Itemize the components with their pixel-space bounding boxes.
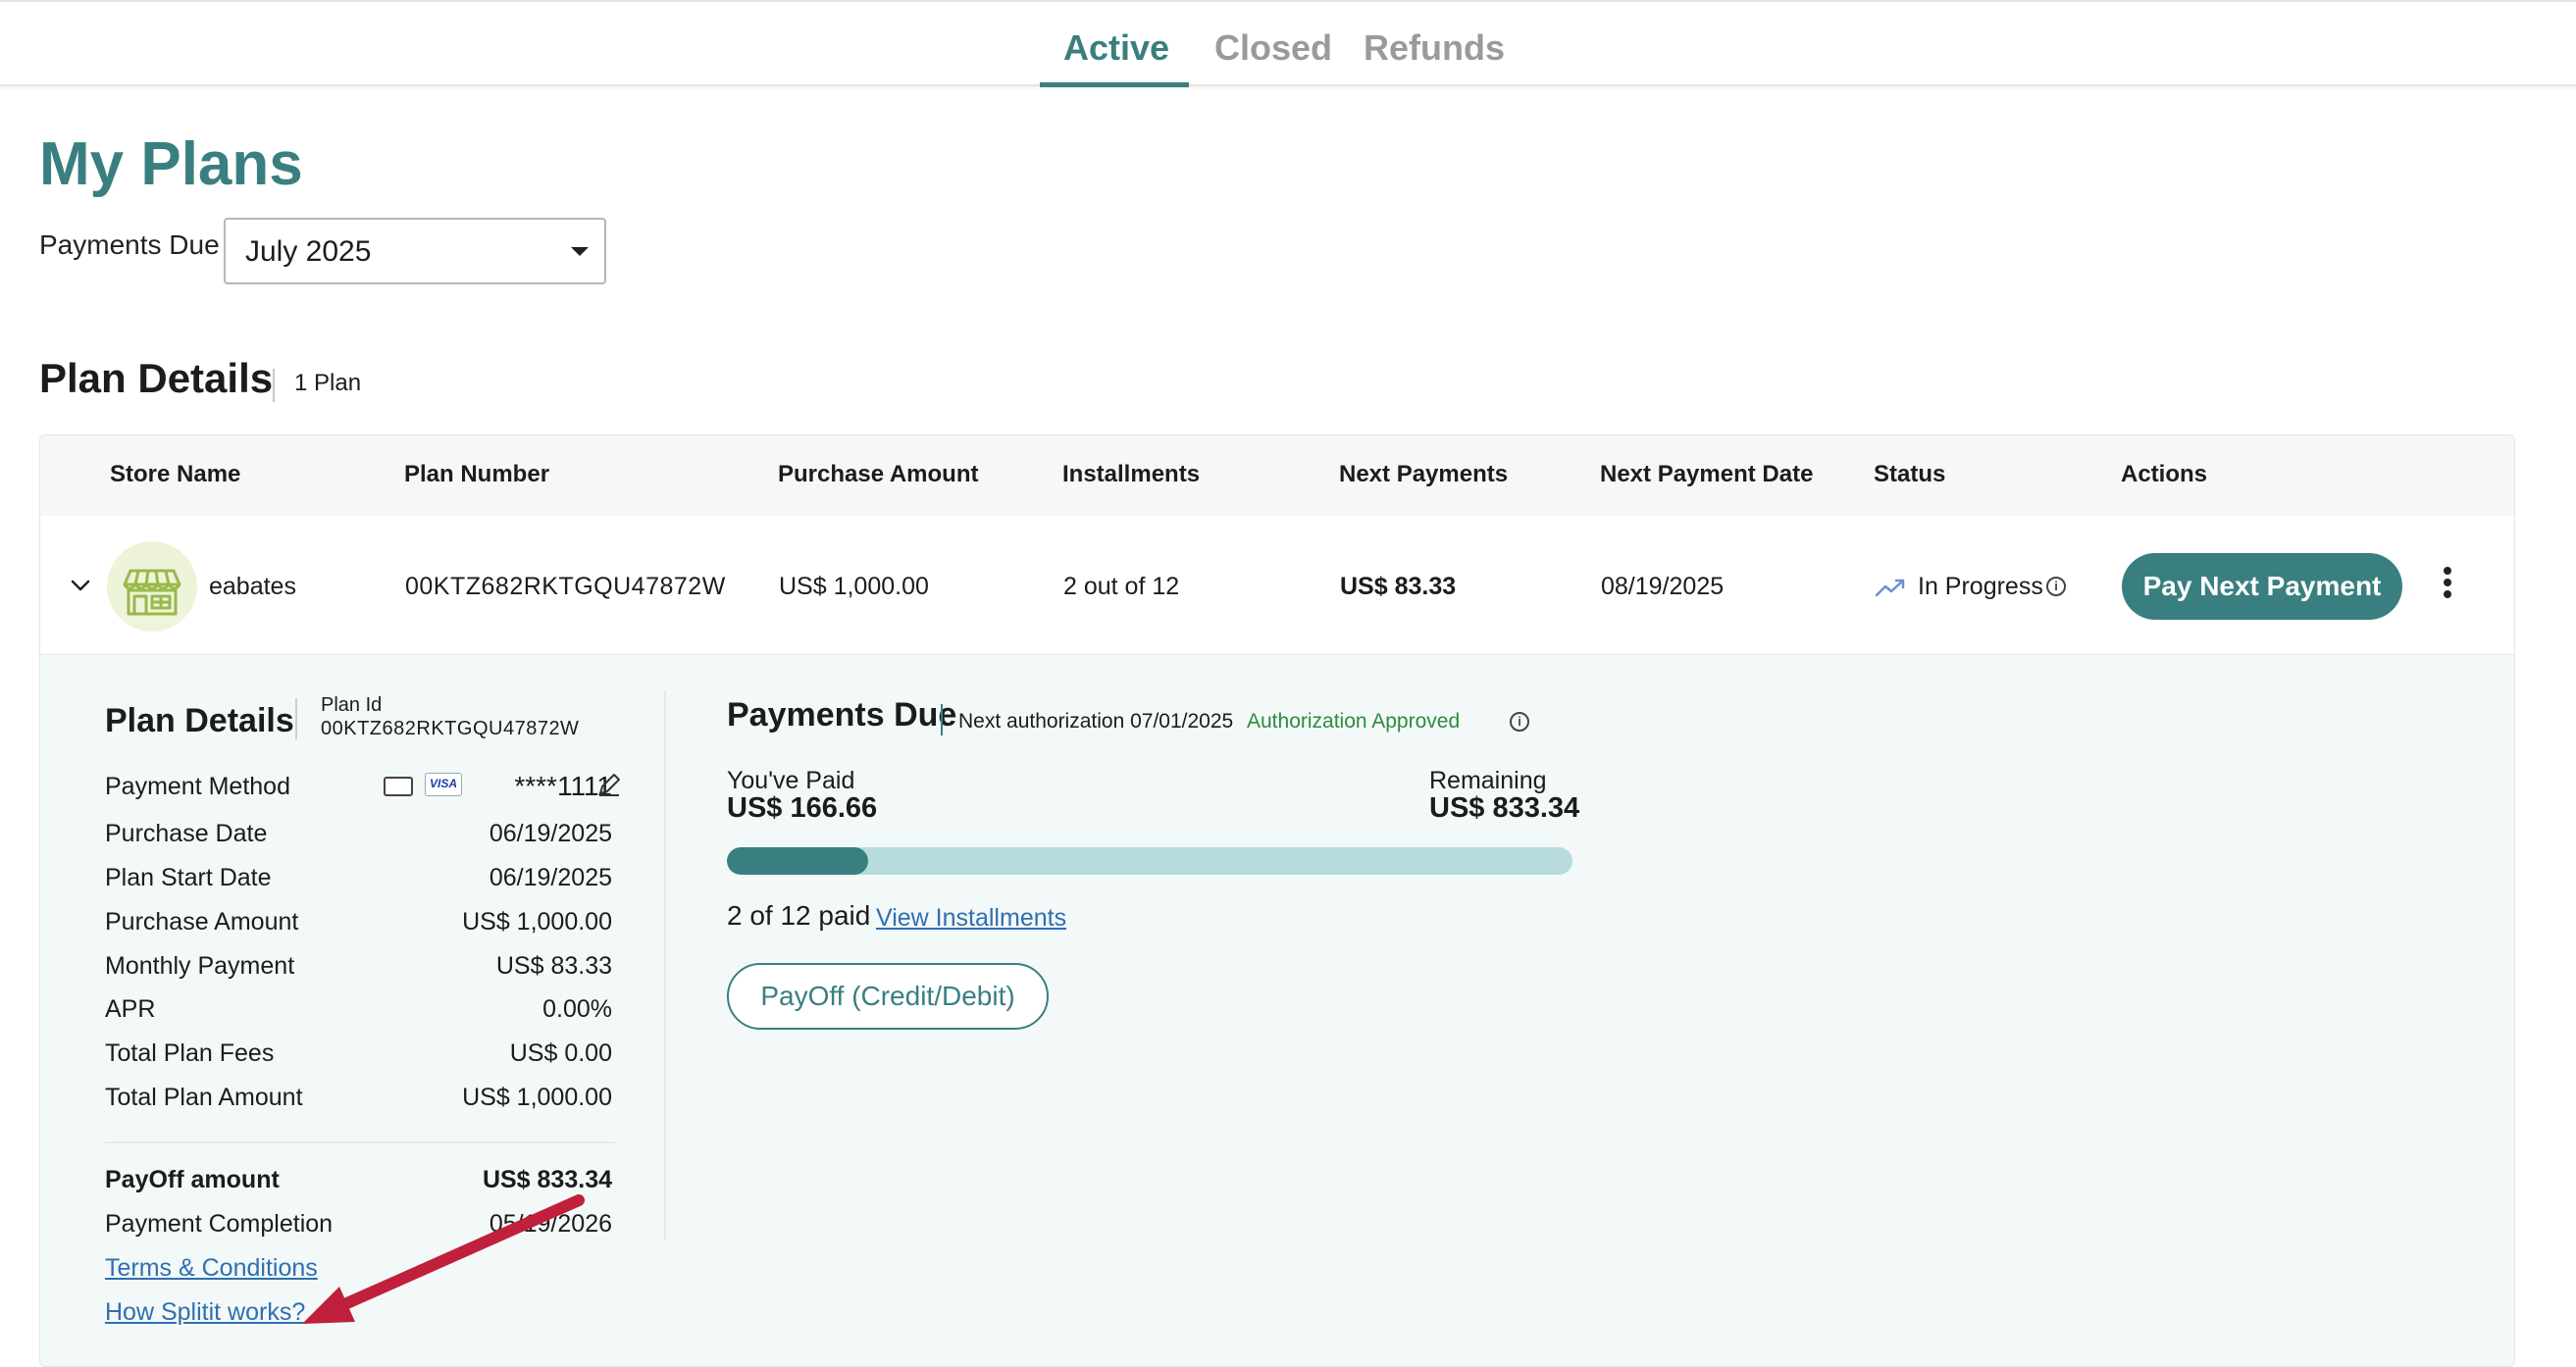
header-purchase-amount: Purchase Amount [778, 461, 979, 487]
remaining-value: US$ 833.34 [1429, 792, 1580, 824]
payments-heading-divider [941, 704, 943, 735]
total-plan-amount-value: US$ 1,000.00 [462, 1084, 612, 1111]
total-plan-fees-value: US$ 0.00 [509, 1039, 612, 1067]
remaining-label: Remaining [1429, 767, 1547, 794]
payoff-button[interactable]: PayOff (Credit/Debit) [727, 963, 1049, 1030]
annotation-arrow [302, 1194, 585, 1324]
edit-icon[interactable] [595, 771, 623, 798]
monthly-payment-label: Monthly Payment [105, 952, 295, 980]
header-plan-number: Plan Number [404, 461, 550, 487]
installments-paid-count: 2 of 12 paid [727, 900, 871, 931]
plan-id-value: 00KTZ682RKTGQU47872W [321, 718, 580, 739]
tab-bar: Active Closed Refunds [0, 0, 2576, 87]
total-plan-fees-label: Total Plan Fees [105, 1039, 275, 1067]
heading-divider [273, 369, 275, 402]
info-icon[interactable]: i [1510, 712, 1529, 732]
plan-start-date-label: Plan Start Date [105, 864, 272, 891]
next-payment-date: 08/19/2025 [1601, 573, 1725, 600]
purchase-date-value: 06/19/2025 [489, 820, 612, 847]
caret-down-icon [571, 247, 589, 256]
payments-due-value: July 2025 [245, 235, 372, 268]
chevron-down-icon[interactable] [70, 575, 91, 596]
table-header: Store Name Plan Number Purchase Amount I… [40, 435, 2514, 516]
apr-label: APR [105, 995, 156, 1023]
header-next-payment-date: Next Payment Date [1600, 461, 1814, 487]
payoff-amount-label: PayOff amount [105, 1166, 280, 1193]
purchase-amount-label: Purchase Amount [105, 908, 299, 936]
payment-method-label: Payment Method [105, 773, 290, 800]
installments: 2 out of 12 [1063, 573, 1180, 600]
status-text: In Progress [1918, 573, 2043, 600]
next-payment: US$ 83.33 [1340, 573, 1457, 600]
table-row[interactable]: eabates 00KTZ682RKTGQU47872W US$ 1,000.0… [40, 516, 2514, 655]
apr-value: 0.00% [542, 995, 612, 1023]
monthly-payment-value: US$ 83.33 [495, 952, 612, 980]
active-tab-indicator [1040, 82, 1189, 87]
plan-id-label: Plan Id [321, 694, 383, 716]
plan-details-subheading: Plan Details [105, 702, 294, 739]
total-plan-amount-label: Total Plan Amount [105, 1084, 303, 1111]
plan-count: 1 Plan [294, 370, 362, 396]
plan-start-date-value: 06/19/2025 [489, 864, 612, 891]
store-icon [107, 541, 197, 632]
info-icon[interactable]: i [2046, 577, 2066, 596]
credit-card-icon [384, 777, 413, 796]
header-next-payments: Next Payments [1339, 461, 1509, 487]
header-status: Status [1874, 461, 1946, 487]
payment-progress-bar [727, 847, 1572, 875]
next-authorization-text: Next authorization 07/01/2025 [958, 710, 1234, 733]
tab-closed[interactable]: Closed [1214, 27, 1332, 69]
more-options-icon[interactable] [2440, 567, 2455, 602]
pay-next-payment-button[interactable]: Pay Next Payment [2122, 553, 2402, 620]
plan-details-heading: Plan Details [39, 355, 274, 401]
payment-progress-fill [727, 847, 868, 875]
purchase-date-label: Purchase Date [105, 820, 268, 847]
authorization-status: Authorization Approved [1247, 710, 1461, 733]
tab-refunds[interactable]: Refunds [1364, 27, 1505, 69]
how-splitit-works-link[interactable]: How Splitit works? [105, 1298, 305, 1327]
view-installments-link[interactable]: View Installments [876, 904, 1066, 933]
payments-due-label: Payments Due [39, 229, 220, 260]
plan-id-divider [295, 698, 297, 739]
terms-conditions-link[interactable]: Terms & Conditions [105, 1254, 318, 1283]
header-actions: Actions [2121, 461, 2208, 487]
payoff-amount-value: US$ 833.34 [482, 1166, 612, 1193]
purchase-amount: US$ 1,000.00 [779, 573, 929, 600]
panel-divider [664, 690, 666, 1240]
purchase-amount-value: US$ 1,000.00 [462, 908, 612, 936]
store-name: eabates [209, 573, 296, 600]
paid-label: You've Paid [727, 767, 855, 794]
trending-up-icon [1875, 579, 1905, 597]
tab-active[interactable]: Active [1063, 27, 1169, 69]
page-title: My Plans [39, 130, 303, 198]
header-store-name: Store Name [110, 461, 241, 487]
visa-icon: VISA [425, 773, 462, 796]
payments-due-heading: Payments Due [727, 696, 957, 734]
header-installments: Installments [1062, 461, 1201, 487]
details-divider [105, 1141, 615, 1143]
plan-number: 00KTZ682RKTGQU47872W [405, 573, 726, 600]
payments-due-select[interactable]: July 2025 [224, 218, 606, 284]
paid-value: US$ 166.66 [727, 792, 878, 824]
